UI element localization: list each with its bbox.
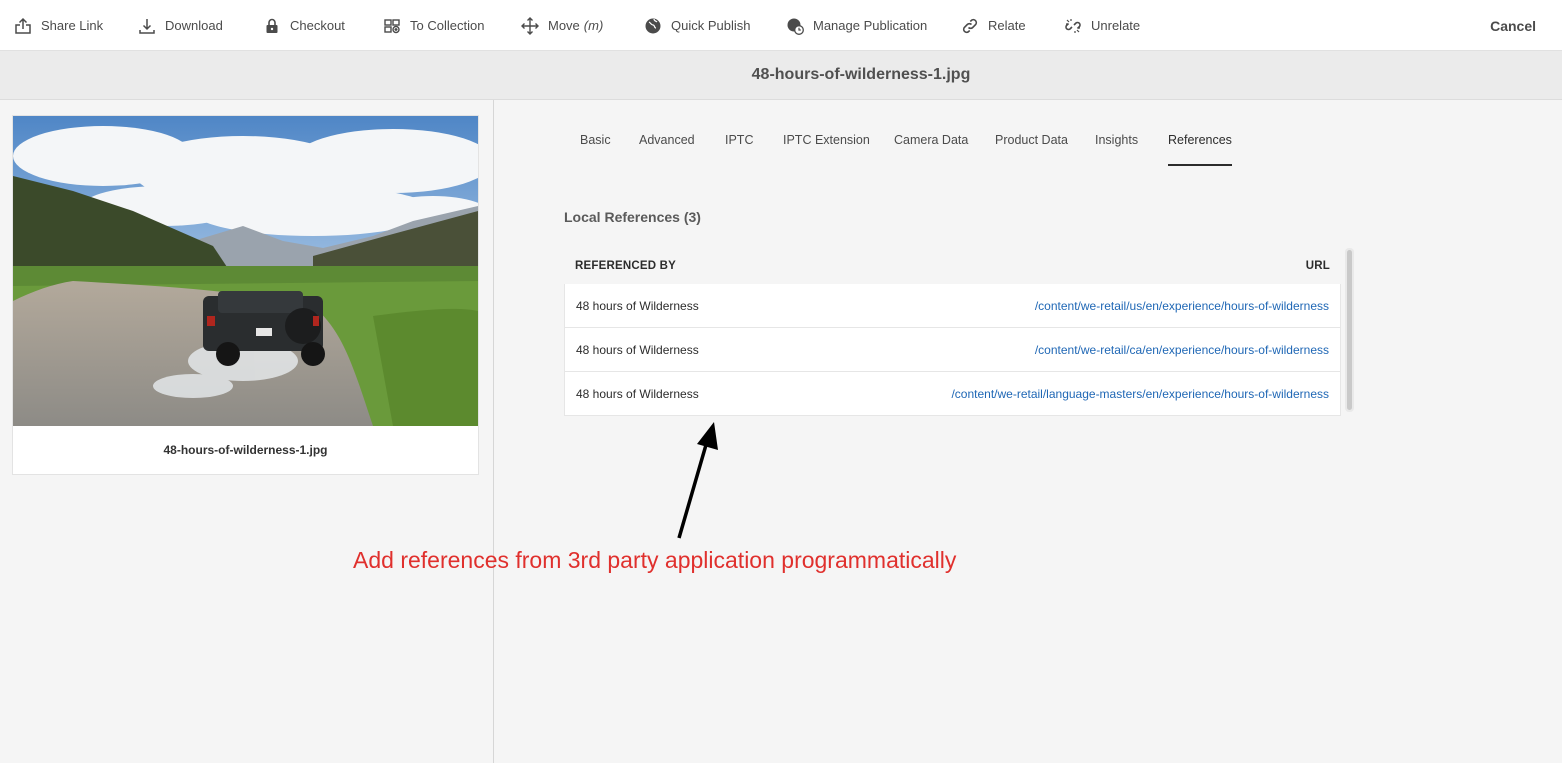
move-shortcut: (m) — [583, 18, 604, 33]
tab-advanced[interactable]: Advanced — [639, 128, 695, 166]
table-scrollbar[interactable] — [1345, 248, 1354, 412]
quick-publish-label: Quick Publish — [671, 18, 751, 33]
tab-product-data[interactable]: Product Data — [995, 128, 1068, 166]
lock-icon — [262, 16, 282, 36]
tab-insights[interactable]: Insights — [1095, 128, 1138, 166]
scrollbar-thumb[interactable] — [1347, 250, 1352, 410]
local-references-title: Local References (3) — [564, 209, 701, 225]
share-link-label: Share Link — [41, 18, 104, 33]
quick-publish-button[interactable]: Quick Publish — [643, 0, 750, 51]
download-button[interactable]: Download — [137, 0, 223, 51]
download-label: Download — [165, 18, 223, 33]
referenced-by-cell: 48 hours of Wilderness — [576, 298, 699, 313]
reference-url-link[interactable]: /content/we-retail/language-masters/en/e… — [951, 387, 1329, 401]
reference-url-link[interactable]: /content/we-retail/ca/en/experience/hour… — [1035, 343, 1329, 357]
action-toolbar: Share Link Download Checkout To Collecti… — [0, 0, 1562, 51]
to-collection-button[interactable]: To Collection — [382, 0, 484, 51]
tab-basic[interactable]: Basic — [580, 128, 611, 166]
to-collection-label: To Collection — [410, 18, 485, 33]
download-icon — [137, 16, 157, 36]
relate-button[interactable]: Relate — [960, 0, 1026, 51]
tab-camera-data[interactable]: Camera Data — [894, 128, 968, 166]
annotation-text: Add references from 3rd party applicatio… — [353, 547, 957, 573]
move-label: Move — [548, 18, 580, 33]
asset-thumbnail — [13, 116, 478, 426]
add-to-collection-icon — [382, 16, 402, 36]
share-link-button[interactable]: Share Link — [13, 0, 103, 51]
references-table: REFERENCED BY URL 48 hours of Wilderness… — [564, 248, 1341, 416]
manage-publication-button[interactable]: Manage Publication — [785, 0, 927, 51]
tab-iptc-extension[interactable]: IPTC Extension — [783, 128, 870, 166]
referenced-by-cell: 48 hours of Wilderness — [576, 386, 699, 401]
globe-clock-icon — [785, 16, 805, 36]
globe-icon — [643, 16, 663, 36]
tab-references[interactable]: References — [1168, 128, 1232, 166]
cancel-button[interactable]: Cancel — [1490, 0, 1536, 51]
move-icon — [520, 16, 540, 36]
asset-card-name: 48-hours-of-wilderness-1.jpg — [163, 443, 328, 457]
link-icon — [960, 16, 980, 36]
table-row: 48 hours of Wilderness /content/we-retai… — [564, 284, 1341, 328]
column-header-referenced-by: REFERENCED BY — [575, 260, 677, 272]
checkout-label: Checkout — [290, 18, 345, 33]
manage-publication-label: Manage Publication — [813, 18, 928, 33]
reference-url-link[interactable]: /content/we-retail/us/en/experience/hour… — [1035, 299, 1329, 313]
asset-preview-panel: 48-hours-of-wilderness-1.jpg — [0, 100, 494, 763]
unrelate-label: Unrelate — [1091, 18, 1141, 33]
page-title: 48-hours-of-wilderness-1.jpg — [751, 66, 971, 83]
table-header: REFERENCED BY URL — [564, 248, 1341, 284]
relate-label: Relate — [988, 18, 1026, 33]
properties-panel: Basic Advanced IPTC IPTC Extension Camer… — [495, 100, 1562, 763]
unrelate-button[interactable]: Unrelate — [1063, 0, 1140, 51]
referenced-by-cell: 48 hours of Wilderness — [576, 342, 699, 357]
annotation-arrow — [677, 422, 718, 539]
table-row: 48 hours of Wilderness /content/we-retai… — [564, 372, 1341, 416]
asset-title-bar: 48-hours-of-wilderness-1.jpg — [0, 51, 1562, 100]
asset-card[interactable]: 48-hours-of-wilderness-1.jpg — [12, 115, 479, 475]
column-header-url: URL — [1305, 260, 1330, 272]
tab-iptc[interactable]: IPTC — [725, 128, 753, 166]
move-button[interactable]: Move (m) — [520, 0, 603, 51]
table-row: 48 hours of Wilderness /content/we-retai… — [564, 328, 1341, 372]
unlink-icon — [1063, 16, 1083, 36]
share-icon — [13, 16, 33, 36]
checkout-button[interactable]: Checkout — [262, 0, 345, 51]
